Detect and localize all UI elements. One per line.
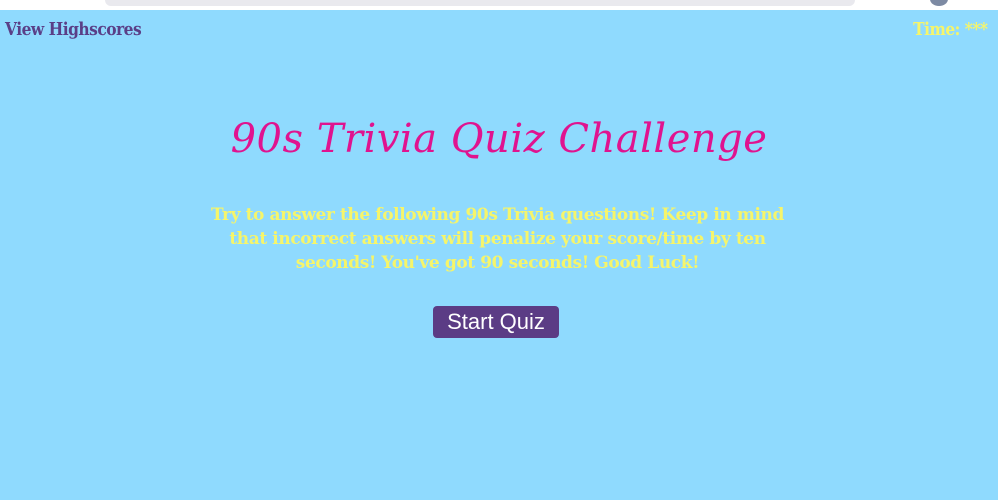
timer-value: *** xyxy=(965,19,988,40)
quiz-page: View Highscores Time: *** 90s Trivia Qui… xyxy=(0,10,998,500)
timer-label: Time: *** xyxy=(913,19,989,40)
browser-chrome xyxy=(0,0,998,10)
quiz-intro-text: Try to answer the following 90s Trivia q… xyxy=(211,205,784,273)
view-highscores-link[interactable]: View Highscores xyxy=(5,19,142,40)
quiz-title: 90s Trivia Quiz Challenge xyxy=(230,116,768,162)
timer: Time: *** xyxy=(901,19,989,40)
address-bar[interactable] xyxy=(105,0,855,6)
timer-label-text: Time: xyxy=(913,19,961,40)
profile-avatar-icon[interactable] xyxy=(930,0,948,6)
start-quiz-button[interactable]: Start Quiz xyxy=(433,306,559,338)
